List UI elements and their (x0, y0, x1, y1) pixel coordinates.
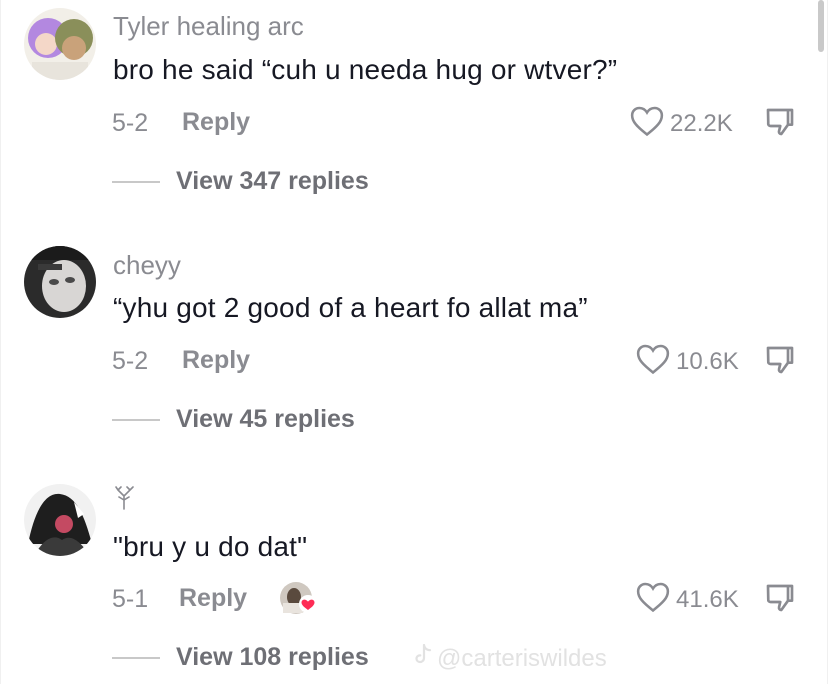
like-count: 22.2K (670, 109, 733, 137)
view-replies-button[interactable]: View 347 replies (112, 167, 369, 196)
username[interactable]: Tyler healing arc (113, 11, 304, 42)
like-button[interactable]: 41.6K (636, 581, 739, 618)
view-replies-label: View 108 replies (176, 643, 369, 671)
watermark-handle: @carteriswildes (437, 644, 607, 672)
thumbs-down-icon (764, 108, 796, 142)
avatar[interactable] (24, 484, 96, 556)
dislike-button[interactable] (764, 106, 796, 143)
like-count: 41.6K (676, 585, 739, 613)
thumbs-down-icon (764, 346, 796, 380)
avatar[interactable] (24, 8, 96, 80)
comment-text: bro he said “cuh u needa hug or wtver?” (113, 54, 618, 85)
reply-button[interactable]: Reply (182, 108, 250, 137)
like-button[interactable]: 10.6K (636, 343, 739, 380)
heart-outline-icon (636, 343, 670, 380)
divider (112, 180, 160, 183)
heart-outline-icon (636, 581, 670, 618)
username[interactable] (113, 486, 135, 517)
creator-liked-badge (279, 581, 317, 615)
username[interactable]: cheyy (113, 250, 181, 281)
view-replies-button[interactable]: View 45 replies (112, 405, 355, 434)
scrollbar[interactable] (818, 0, 824, 52)
watermark: @carteriswildes (413, 643, 607, 673)
comment-text: "bru y u do dat" (113, 531, 308, 562)
reply-button[interactable]: Reply (182, 346, 250, 375)
view-replies-label: View 45 replies (176, 405, 355, 433)
avatar[interactable] (24, 246, 96, 318)
dislike-button[interactable] (764, 344, 796, 381)
view-replies-button[interactable]: View 108 replies (112, 643, 369, 672)
comment-date: 5-2 (112, 109, 149, 137)
comment-text: “yhu got 2 good of a heart fo allat ma” (113, 292, 588, 323)
thumbs-down-icon (764, 584, 796, 618)
like-button[interactable]: 22.2K (630, 105, 733, 142)
like-count: 10.6K (676, 347, 739, 375)
tree-glyph-icon (113, 486, 135, 516)
comment-date: 5-1 (112, 585, 149, 613)
dislike-button[interactable] (764, 582, 796, 619)
divider (112, 418, 160, 421)
heart-outline-icon (630, 105, 664, 142)
left-edge (0, 0, 1, 684)
tiktok-logo-icon (413, 643, 433, 673)
comment-date: 5-2 (112, 347, 149, 375)
divider (112, 656, 160, 659)
view-replies-label: View 347 replies (176, 167, 369, 195)
reply-button[interactable]: Reply (179, 584, 247, 613)
